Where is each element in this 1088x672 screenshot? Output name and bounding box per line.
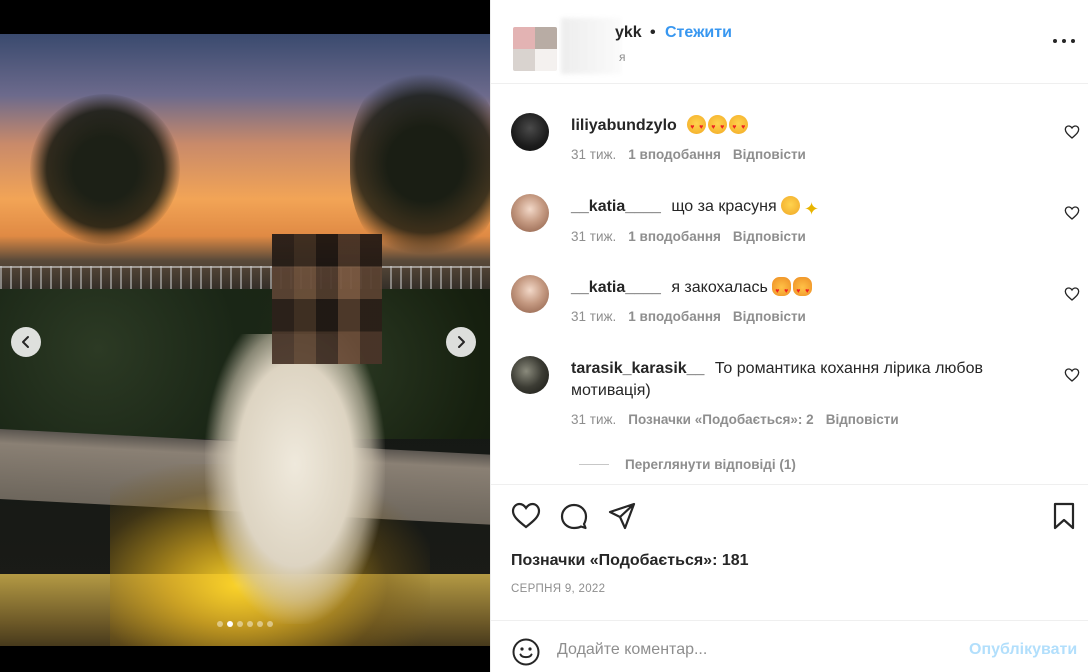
photo-subject [205,334,385,624]
heart-eyes-emoji-icon [729,115,749,139]
like-heart-icon[interactable] [511,501,541,531]
post-details-panel: ykk • Стежити я liliyabundzylo 31 тиж. 1… [490,0,1088,672]
comment-bubble-icon[interactable] [559,501,589,531]
post-likes-count[interactable]: Позначки «Подобається»: 181 [511,552,749,570]
like-comment-heart-icon[interactable] [1064,367,1080,383]
like-comment-heart-icon[interactable] [1064,124,1080,140]
reply-button[interactable]: Відповісти [733,309,806,324]
comment-input[interactable] [557,635,957,665]
commenter-avatar[interactable] [511,113,549,151]
publish-comment-button[interactable]: Опублікувати [969,641,1077,659]
add-comment-bar: Опублікувати [491,620,1088,672]
heart-eyes-emoji-icon [687,115,707,139]
author-username[interactable]: ykk [615,24,642,42]
post-media [0,0,490,672]
previous-slide-button[interactable] [11,327,41,357]
next-slide-button[interactable] [446,327,476,357]
pixelated-face [272,234,382,364]
comment-text: що за красуня [671,198,777,215]
more-options-icon[interactable] [1051,33,1077,49]
author-avatar[interactable] [513,27,557,71]
share-send-icon[interactable] [607,501,637,531]
reply-button[interactable]: Відповісти [733,147,806,162]
heart-eyes-cat-emoji-icon [793,277,813,303]
commenter-avatar[interactable] [511,356,549,394]
sparkles-emoji-icon: ✦ [804,199,820,219]
divider-line [579,464,609,465]
carousel-dot [217,621,223,627]
view-replies-label: Переглянути відповіді (1) [625,457,796,472]
comment-time[interactable]: 31 тиж. [571,229,616,244]
heart-eyes-cat-emoji-icon [772,277,792,303]
separator-dot: • [650,24,656,41]
reply-button[interactable]: Відповісти [826,412,899,427]
heart-eyes-emoji-icon [708,115,728,139]
post-action-bar [491,484,1088,548]
comment-username[interactable]: __katia____ [571,198,665,215]
commenter-avatar[interactable] [511,194,549,232]
comment-time[interactable]: 31 тиж. [571,412,616,427]
carousel-dot [227,621,233,627]
comment-username[interactable]: liliyabundzylo [571,117,681,134]
blurred-username [561,18,621,74]
follow-button[interactable]: Стежити [665,24,732,42]
like-comment-heart-icon[interactable] [1064,205,1080,221]
comments-list: liliyabundzylo 31 тиж. 1 вподобання Відп… [491,85,1088,483]
chevron-left-icon [22,336,29,348]
comment-text: я закохалась [671,279,768,296]
carousel-dot [267,621,273,627]
instagram-post-view: ykk • Стежити я liliyabundzylo 31 тиж. 1… [0,0,1088,672]
comment-time[interactable]: 31 тиж. [571,147,616,162]
post-date: СЕРПНЯ 9, 2022 [511,583,606,595]
comment-time[interactable]: 31 тиж. [571,309,616,324]
carousel-dot [237,621,243,627]
reply-button[interactable]: Відповісти [733,229,806,244]
emoji-picker-icon[interactable] [511,637,541,667]
comment-username[interactable]: __katia____ [571,279,665,296]
save-bookmark-icon[interactable] [1049,501,1079,531]
comment-likes[interactable]: 1 вподобання [628,309,721,324]
post-photo[interactable] [0,34,490,646]
carousel-dot [247,621,253,627]
carousel-dot [257,621,263,627]
like-comment-heart-icon[interactable] [1064,286,1080,302]
smiling-emoji-icon [781,196,801,215]
chevron-right-icon [458,336,465,348]
view-replies-button[interactable]: Переглянути відповіді (1) [579,457,796,472]
commenter-avatar[interactable] [511,275,549,313]
comment-likes[interactable]: Позначки «Подобається»: 2 [628,412,813,427]
author-location: я [619,50,626,64]
comment-username[interactable]: tarasik_karasik__ [571,360,709,377]
comment-likes[interactable]: 1 вподобання [628,229,721,244]
post-header: ykk • Стежити я [491,0,1088,84]
comment-likes[interactable]: 1 вподобання [628,147,721,162]
carousel-indicator [0,621,490,627]
